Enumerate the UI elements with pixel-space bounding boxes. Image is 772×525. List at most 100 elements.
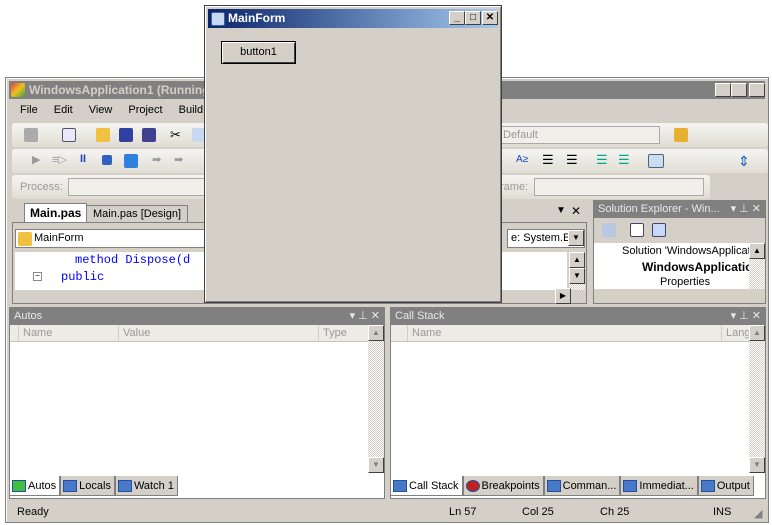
tree-item-solution[interactable]: Solution 'WindowsApplicati [622,245,749,257]
column-name[interactable]: Name [407,325,441,341]
tab-output[interactable]: Output [697,476,754,496]
bookmark-icon[interactable] [648,154,664,168]
tab-locals[interactable]: Locals [60,476,115,496]
process-toolbar: Process: [12,175,208,199]
class-combo[interactable]: MainForm [15,229,205,248]
frame-toolbar: rame: [498,175,710,199]
tab-main-pas-design[interactable]: Main.pas [Design] [86,205,189,222]
uncomment-icon[interactable]: ☰ [618,152,630,168]
debug-toolbar: ▶ ≡▷ II ➡ ➡ [12,149,208,173]
step-over-icon[interactable]: ➡ [174,153,183,166]
status-column: Col 25 [522,506,554,518]
status-insert-mode: INS [713,506,732,518]
code-line: public [61,270,105,284]
tab-main-pas[interactable]: Main.pas [24,203,88,222]
form-close-button[interactable]: ✕ [482,11,498,25]
tree-item-properties[interactable]: Properties [660,276,710,288]
menu-file[interactable]: File [20,104,38,116]
menu-project[interactable]: Project [128,104,162,116]
stack-frame-combo[interactable] [534,178,704,196]
mainform-title: MainForm [228,11,286,25]
solution-explorer: Solution Explorer - Win... ▾ ⊥ ✕ Solution… [593,200,766,304]
solution-config-combo[interactable]: Default [500,126,660,144]
show-all-files-icon[interactable] [630,223,644,237]
menu-build[interactable]: Build [179,104,203,116]
app-icon [11,83,25,97]
solution-tree[interactable]: Solution 'WindowsApplicati WindowsApplic… [594,243,749,289]
config-toolbar: Default [498,123,768,147]
open-icon[interactable] [96,128,110,142]
font-icon[interactable]: A≥ [516,154,528,165]
call-stack-scrollbar[interactable]: ▲ ▼ [749,325,765,473]
status-line: Ln 57 [449,506,477,518]
frame-label: rame: [500,181,529,193]
menu-bar: File Edit View Project Build [12,104,211,116]
menu-edit[interactable]: Edit [54,104,73,116]
form-maximize-button[interactable]: □ [465,11,481,25]
tree-item-project[interactable]: WindowsApplicatio [642,260,749,274]
cut-icon[interactable]: ✂ [170,127,181,143]
form-icon [211,12,225,26]
form-minimize-button[interactable]: _ [449,11,465,25]
pause-icon[interactable]: II [80,153,86,165]
up-down-arrow-icon[interactable]: ⇕ [738,153,752,169]
autos-scrollbar[interactable]: ▲ ▼ [368,325,384,473]
new-item-icon[interactable] [62,128,76,142]
column-language[interactable]: Langu [721,325,749,341]
standard-toolbar: ✂ [12,123,208,147]
call-stack-tab-strip: Call Stack Breakpoints Comman... Immediat..… [390,476,754,496]
autos-column-headers: Name Value Type [10,325,368,342]
tab-immediate-window[interactable]: Immediat... [620,476,698,496]
class-icon [18,232,32,246]
solution-explorer-header: Solution Explorer - Win... ▾ ⊥ ✕ [594,201,765,218]
ide-title: WindowsApplication1 (Running) [29,83,214,97]
close-button[interactable]: ✕ [749,83,765,97]
column-name[interactable]: Name [18,325,52,341]
stop-icon[interactable] [102,155,112,165]
refresh-icon[interactable] [652,223,666,237]
text-editor-toolbar: A≥ ☰ ☰ ☰ ☰ ⇕ [498,149,768,173]
status-text: Ready [17,506,49,518]
restart-icon[interactable] [124,154,138,168]
autos-tab-strip: Autos Locals Watch 1 [9,476,178,496]
save-icon[interactable] [119,128,133,142]
maximize-button[interactable]: □ [731,83,747,97]
call-stack-header: Call Stack ▾ ⊥ ✕ [391,308,765,325]
mainform-window: MainForm _ □ ✕ button1 [204,5,502,303]
properties-icon[interactable] [602,223,616,237]
tab-command-window[interactable]: Comman... [543,476,621,496]
process-combo[interactable] [68,178,208,196]
collapse-icon[interactable]: − [33,272,42,281]
tree-vertical-scrollbar[interactable]: ▲ [749,243,765,289]
status-char: Ch 25 [600,506,630,518]
indent-icon[interactable]: ☰ [566,152,578,168]
code-line: method Dispose(d [75,253,191,267]
chevron-down-icon[interactable]: ▼ [568,230,584,246]
tab-breakpoints[interactable]: Breakpoints [462,476,544,496]
resize-grip-icon[interactable]: ◢ [754,507,762,520]
column-value[interactable]: Value [118,325,150,341]
start-without-debug-icon[interactable]: ≡▷ [52,153,67,166]
outdent-icon[interactable]: ☰ [542,152,554,168]
menu-view[interactable]: View [89,104,113,116]
tab-call-stack[interactable]: Call Stack [390,476,463,496]
tab-watch-1[interactable]: Watch 1 [114,476,178,496]
save-all-icon[interactable] [142,128,156,142]
mainform-title-bar: MainForm _ □ ✕ [208,9,498,28]
editor-vertical-scrollbar[interactable]: ▲ ▼ [569,252,585,290]
window-list-icon[interactable]: ▼ [556,205,566,216]
button1[interactable]: button1 [221,41,296,64]
close-doc-icon[interactable]: ✕ [571,204,581,218]
comment-icon[interactable]: ☰ [596,152,608,168]
add-project-icon[interactable] [24,128,38,142]
status-bar: Ready Ln 57 Col 25 Ch 25 INS ◢ [6,501,768,523]
column-type[interactable]: Type [318,325,347,341]
step-into-icon[interactable]: ➡ [152,153,161,166]
autos-header: Autos ▾ ⊥ ✕ [10,308,384,325]
start-icon[interactable]: ▶ [32,153,40,166]
minimize-button[interactable]: _ [715,83,731,97]
call-stack-panel: Call Stack▾ ⊥ ✕ Name Langu ▲▼ [390,307,766,499]
find-in-files-icon[interactable] [674,128,688,142]
member-combo[interactable]: e: System.E ▼ [507,229,585,248]
tab-autos[interactable]: Autos [9,476,61,496]
